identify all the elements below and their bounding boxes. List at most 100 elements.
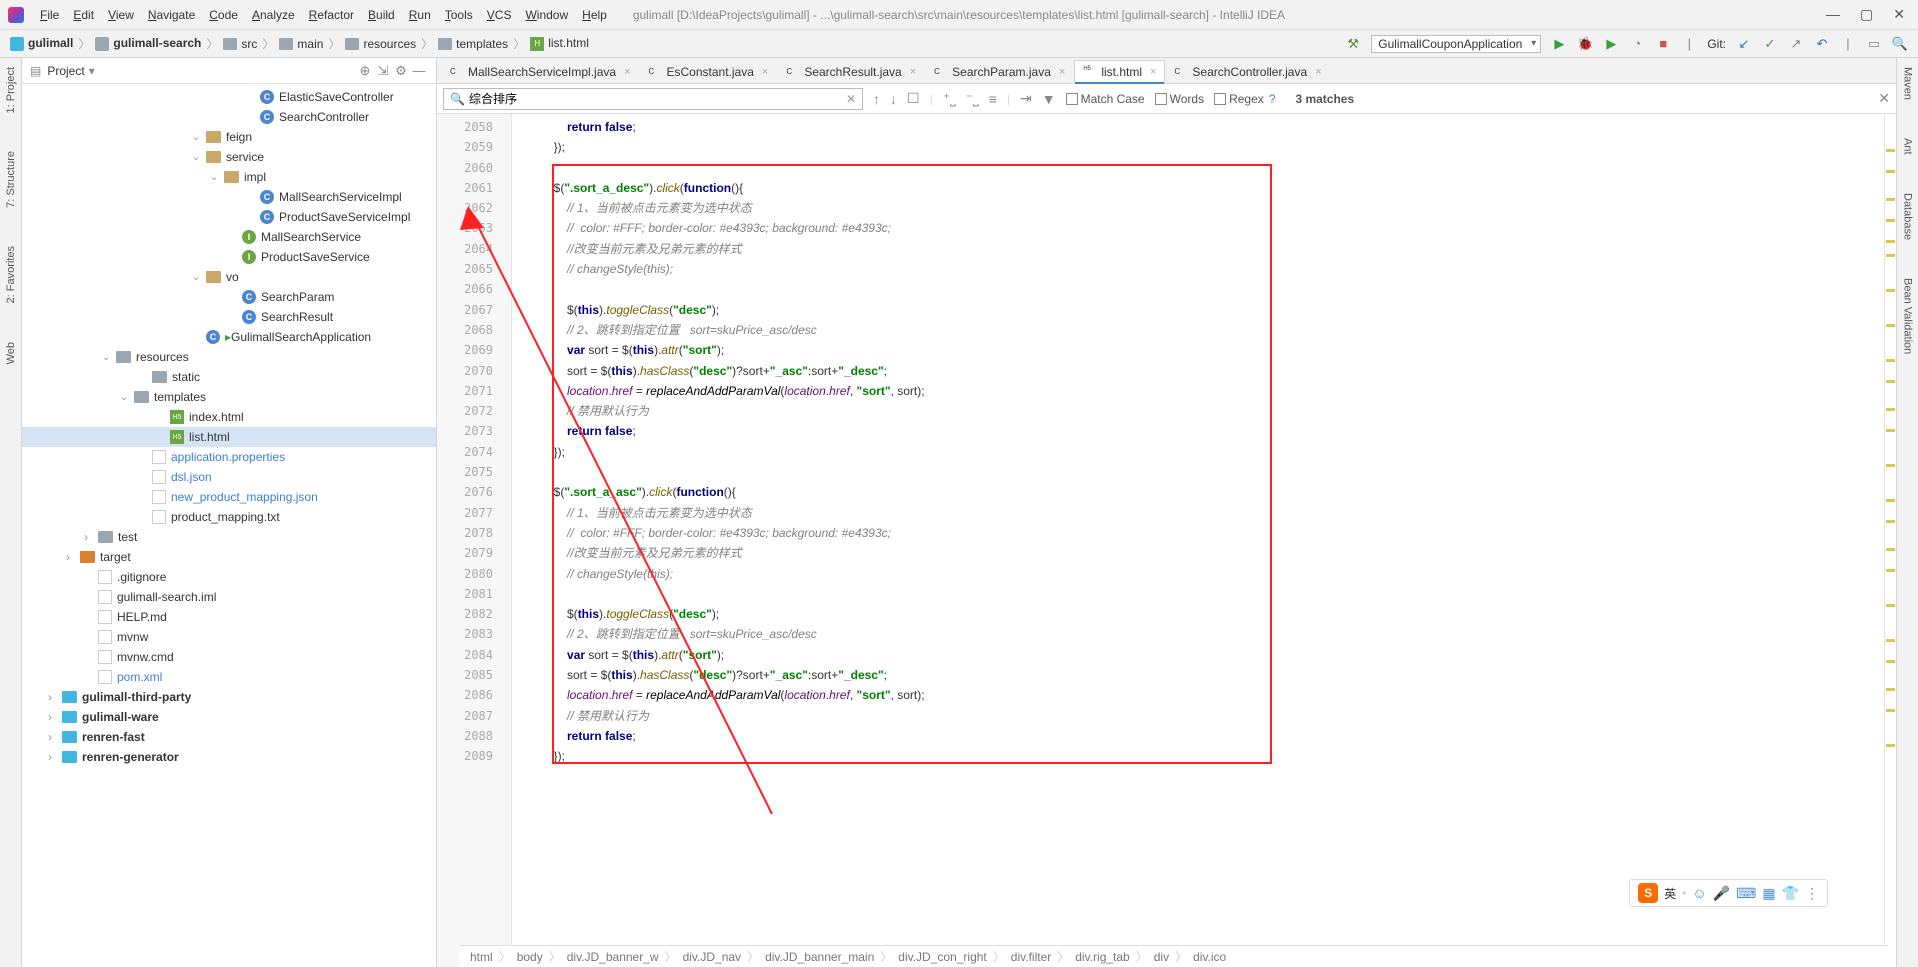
tree-item[interactable]: dsl.json bbox=[22, 467, 436, 487]
menu-code[interactable]: Code bbox=[203, 6, 244, 24]
toolwindow-database[interactable]: Database bbox=[1900, 189, 1916, 244]
filter-icon[interactable]: ▼ bbox=[1042, 91, 1056, 107]
crumb-5[interactable]: templates bbox=[438, 37, 508, 51]
struct-crumb[interactable]: div.JD_nav bbox=[683, 950, 741, 964]
tree-item[interactable]: CElasticSaveController bbox=[22, 87, 436, 107]
minimize-button[interactable]: ― bbox=[1826, 6, 1840, 23]
close-find-icon[interactable]: ✕ bbox=[1878, 90, 1890, 107]
menu-tools[interactable]: Tools bbox=[439, 6, 479, 24]
menu-file[interactable]: File bbox=[34, 6, 65, 24]
tree-item[interactable]: CProductSaveServiceImpl bbox=[22, 207, 436, 227]
in-selection-icon[interactable]: ⇥ bbox=[1020, 90, 1032, 107]
project-label[interactable]: Project bbox=[47, 64, 84, 78]
toolwindow-7-structure[interactable]: 7: Structure bbox=[3, 147, 19, 212]
toolwindow-maven[interactable]: Maven bbox=[1900, 63, 1916, 104]
layout-icon[interactable]: ▭ bbox=[1866, 36, 1882, 52]
run-config-combo[interactable]: GulimallCouponApplication bbox=[1371, 35, 1541, 53]
run-button[interactable]: ▶ bbox=[1551, 36, 1567, 52]
maximize-button[interactable]: ▢ bbox=[1860, 6, 1873, 23]
tree-item[interactable]: vo bbox=[22, 267, 436, 287]
select-all-icon[interactable]: ☐ bbox=[907, 90, 920, 107]
all-occur-icon[interactable]: ≡ bbox=[989, 91, 997, 107]
toolwindow-ant[interactable]: Ant bbox=[1900, 134, 1916, 159]
toolwindow-web[interactable]: Web bbox=[3, 338, 19, 368]
close-tab-icon[interactable]: × bbox=[1150, 66, 1156, 78]
tree-item[interactable]: gulimall-ware bbox=[22, 707, 436, 727]
struct-crumb[interactable]: div.JD_banner_main bbox=[765, 950, 874, 964]
editor-tab[interactable]: CMallSearchServiceImpl.java× bbox=[441, 59, 640, 83]
structure-breadcrumbs[interactable]: html〉body〉div.JD_banner_w〉div.JD_nav〉div… bbox=[460, 945, 1888, 967]
code-editor[interactable]: return false; }); $(".sort_a_desc").clic… bbox=[512, 114, 1884, 967]
tree-item[interactable]: gulimall-third-party bbox=[22, 687, 436, 707]
tree-item[interactable]: test bbox=[22, 527, 436, 547]
struct-crumb[interactable]: div.ico bbox=[1193, 950, 1226, 964]
tree-item[interactable]: pom.xml bbox=[22, 667, 436, 687]
search-everywhere-icon[interactable]: 🔍 bbox=[1892, 36, 1908, 52]
tree-item[interactable]: CSearchParam bbox=[22, 287, 436, 307]
gutter[interactable]: 2058 2059 2060 2061 2062 2063 2064 2065 … bbox=[437, 114, 512, 967]
error-stripe[interactable] bbox=[1884, 114, 1896, 967]
toolwindow-1-project[interactable]: 1: Project bbox=[3, 63, 19, 117]
menu-analyze[interactable]: Analyze bbox=[246, 6, 301, 24]
menu-vcs[interactable]: VCS bbox=[481, 6, 518, 24]
tree-item[interactable]: CSearchController bbox=[22, 107, 436, 127]
vcs-revert-icon[interactable]: ↶ bbox=[1814, 36, 1830, 52]
menu-build[interactable]: Build bbox=[362, 6, 401, 24]
ime-more-icon[interactable]: ⋮ bbox=[1805, 885, 1819, 902]
clear-search-icon[interactable]: ✕ bbox=[846, 92, 856, 106]
tree-item[interactable]: gulimall-search.iml bbox=[22, 587, 436, 607]
vcs-commit-icon[interactable]: ✓ bbox=[1762, 36, 1778, 52]
menu-refactor[interactable]: Refactor bbox=[303, 6, 360, 24]
locate-icon[interactable]: ⊕ bbox=[356, 63, 374, 79]
struct-crumb[interactable]: div.JD_banner_w bbox=[567, 950, 659, 964]
tree-item[interactable]: product_mapping.txt bbox=[22, 507, 436, 527]
ime-keyboard-icon[interactable]: ⌨ bbox=[1736, 885, 1756, 902]
ime-emoji-icon[interactable]: ☺ bbox=[1692, 885, 1706, 901]
editor-tab[interactable]: CEsConstant.java× bbox=[640, 59, 778, 83]
close-tab-icon[interactable]: × bbox=[762, 66, 768, 78]
menu-navigate[interactable]: Navigate bbox=[142, 6, 201, 24]
profile-button[interactable]: ◔ bbox=[1629, 36, 1645, 52]
struct-crumb[interactable]: div bbox=[1154, 950, 1169, 964]
crumb-4[interactable]: resources bbox=[345, 37, 416, 51]
stop-button[interactable]: ■ bbox=[1655, 36, 1671, 52]
tree-item[interactable]: static bbox=[22, 367, 436, 387]
crumb-0[interactable]: gulimall bbox=[10, 36, 73, 51]
ime-skin-icon[interactable]: 👕 bbox=[1782, 885, 1799, 902]
tree-item[interactable]: C ▸GulimallSearchApplication bbox=[22, 327, 436, 347]
prev-match-icon[interactable]: ↑ bbox=[873, 91, 880, 107]
editor-tab[interactable]: H5list.html× bbox=[1074, 60, 1165, 84]
words-checkbox[interactable]: Words bbox=[1155, 92, 1204, 106]
find-input[interactable] bbox=[469, 92, 846, 106]
remove-selection-icon[interactable]: ⁻⎵ bbox=[966, 90, 979, 107]
tree-item[interactable]: service bbox=[22, 147, 436, 167]
ime-toolbar[interactable]: S 英 • ☺ 🎤 ⌨ ▦ 👕 ⋮ bbox=[1629, 879, 1828, 907]
menu-edit[interactable]: Edit bbox=[67, 6, 100, 24]
tree-item[interactable]: CMallSearchServiceImpl bbox=[22, 187, 436, 207]
menu-help[interactable]: Help bbox=[576, 6, 613, 24]
struct-crumb[interactable]: body bbox=[517, 950, 543, 964]
tree-item[interactable]: resources bbox=[22, 347, 436, 367]
regex-checkbox[interactable]: Regex? bbox=[1214, 92, 1275, 106]
close-tab-icon[interactable]: × bbox=[910, 66, 916, 78]
struct-crumb[interactable]: html bbox=[470, 950, 493, 964]
close-tab-icon[interactable]: × bbox=[1059, 66, 1065, 78]
add-selection-icon[interactable]: ⁺⎵ bbox=[943, 90, 956, 107]
struct-crumb[interactable]: div.JD_con_right bbox=[898, 950, 987, 964]
ime-lang[interactable]: 英 bbox=[1664, 885, 1676, 902]
project-tree[interactable]: CElasticSaveControllerCSearchControllerf… bbox=[22, 84, 436, 967]
menu-run[interactable]: Run bbox=[403, 6, 437, 24]
close-tab-icon[interactable]: × bbox=[1315, 66, 1321, 78]
tree-item[interactable]: renren-generator bbox=[22, 747, 436, 767]
tree-item[interactable]: new_product_mapping.json bbox=[22, 487, 436, 507]
editor-tab[interactable]: CSearchController.java× bbox=[1165, 59, 1330, 83]
tree-item[interactable]: impl bbox=[22, 167, 436, 187]
tree-item[interactable]: mvnw bbox=[22, 627, 436, 647]
close-button[interactable]: ✕ bbox=[1893, 6, 1905, 23]
tree-item[interactable]: target bbox=[22, 547, 436, 567]
struct-crumb[interactable]: div.rig_tab bbox=[1075, 950, 1129, 964]
editor-tab[interactable]: CSearchParam.java× bbox=[925, 59, 1074, 83]
tree-item[interactable]: H5index.html bbox=[22, 407, 436, 427]
next-match-icon[interactable]: ↓ bbox=[890, 91, 897, 107]
close-tab-icon[interactable]: × bbox=[624, 66, 630, 78]
